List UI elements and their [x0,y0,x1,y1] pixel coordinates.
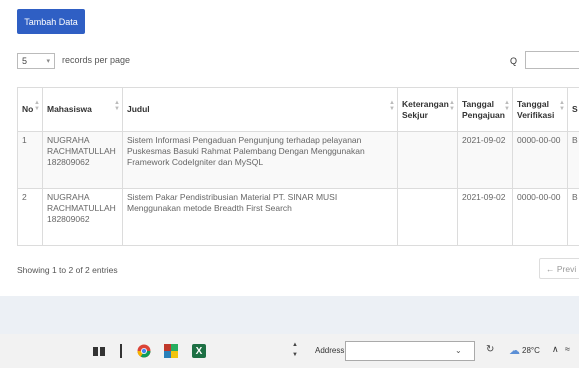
column-header-keterangan[interactable]: Keterangan Sekjur ▲ ▼ [397,87,458,132]
table-row: 1 NUGRAHA RACHMATULLAH 182809062 Sistem … [17,131,579,189]
chevron-down-icon[interactable]: ⌄ [455,346,462,355]
sort-icon: ▲ ▼ [34,100,40,112]
add-data-button[interactable]: Tambah Data [17,9,85,34]
toolbar-scroll-control[interactable]: ▲ ▼ [291,340,299,364]
sort-icon: ▲ ▼ [114,100,120,112]
taskbar-divider [120,344,122,358]
records-per-page-label: records per page [62,55,131,65]
refresh-icon[interactable]: ↻ [486,344,494,355]
sort-icon: ▲ ▼ [559,100,565,112]
chrome-icon[interactable] [137,344,151,358]
submissions-table: No ▲ ▼ Mahasiswa ▲ ▼ Judul ▲ ▼ Keterangan Sekj… [17,87,579,246]
column-header-tanggal-verifikasi[interactable]: Tanggal Verifikasi ▲ ▼ [512,87,568,132]
search-icon: Q [510,56,518,66]
content-panel: Tambah Data 5 ▾ records per page Q No ▲ ▼ … [0,0,579,296]
cell-keterangan [397,188,458,246]
records-per-page-value: 5 [22,56,28,66]
chevron-down-icon: ▾ [46,58,50,65]
column-header-tanggal-pengajuan[interactable]: Tanggal Pengajuan ▲ ▼ [457,87,513,132]
sort-icon: ▲ ▼ [504,100,510,112]
cell-tanggal-pengajuan: 2021-09-02 [457,131,513,189]
table-header-row: No ▲ ▼ Mahasiswa ▲ ▼ Judul ▲ ▼ Keterangan Sekj… [17,87,579,132]
table-info: Showing 1 to 2 of 2 entries [17,265,118,275]
excel-icon[interactable]: X [192,344,206,358]
temperature-label: 28°C [522,346,540,355]
sort-icon: ▲ ▼ [389,100,395,112]
cell-mahasiswa: NUGRAHA RACHMATULLAH 182809062 [42,131,123,189]
cell-tanggal-pengajuan: 2021-09-02 [457,188,513,246]
cell-tanggal-verifikasi: 0000-00-00 [512,188,568,246]
cell-status: B [567,131,579,189]
table-row: 2 NUGRAHA RACHMATULLAH 182809062 Sistem … [17,188,579,246]
task-view-icon[interactable] [92,344,106,358]
column-header-no[interactable]: No ▲ ▼ [17,87,43,132]
records-per-page-select[interactable]: 5 ▾ [17,53,55,69]
weather-icon[interactable]: ☁ [509,344,520,357]
cell-judul: Sistem Informasi Pengaduan Pengunjung te… [122,131,398,189]
cell-status: B [567,188,579,246]
photos-app-icon[interactable] [164,344,178,358]
excel-icon-letter: X [195,345,203,357]
cell-mahasiswa: NUGRAHA RACHMATULLAH 182809062 [42,188,123,246]
cell-no: 1 [17,131,43,189]
search-input[interactable] [525,51,579,69]
taskbar: X ▲ ▼ Address ⌄ ↻ ☁ 28°C ∧ ≈ [0,334,579,368]
column-header-judul[interactable]: Judul ▲ ▼ [122,87,398,132]
address-label: Address [315,346,345,355]
cell-keterangan [397,131,458,189]
cell-judul: Sistem Pakar Pendistribusian Material PT… [122,188,398,246]
previous-page-button[interactable]: ← Previ [539,258,579,279]
column-header-mahasiswa[interactable]: Mahasiswa ▲ ▼ [42,87,123,132]
chevron-up-icon[interactable]: ∧ [552,344,559,355]
cell-no: 2 [17,188,43,246]
cell-tanggal-verifikasi: 0000-00-00 [512,131,568,189]
sort-icon: ▲ ▼ [449,100,455,112]
network-icon[interactable]: ≈ [565,344,570,354]
column-header-status[interactable]: S [567,87,579,132]
